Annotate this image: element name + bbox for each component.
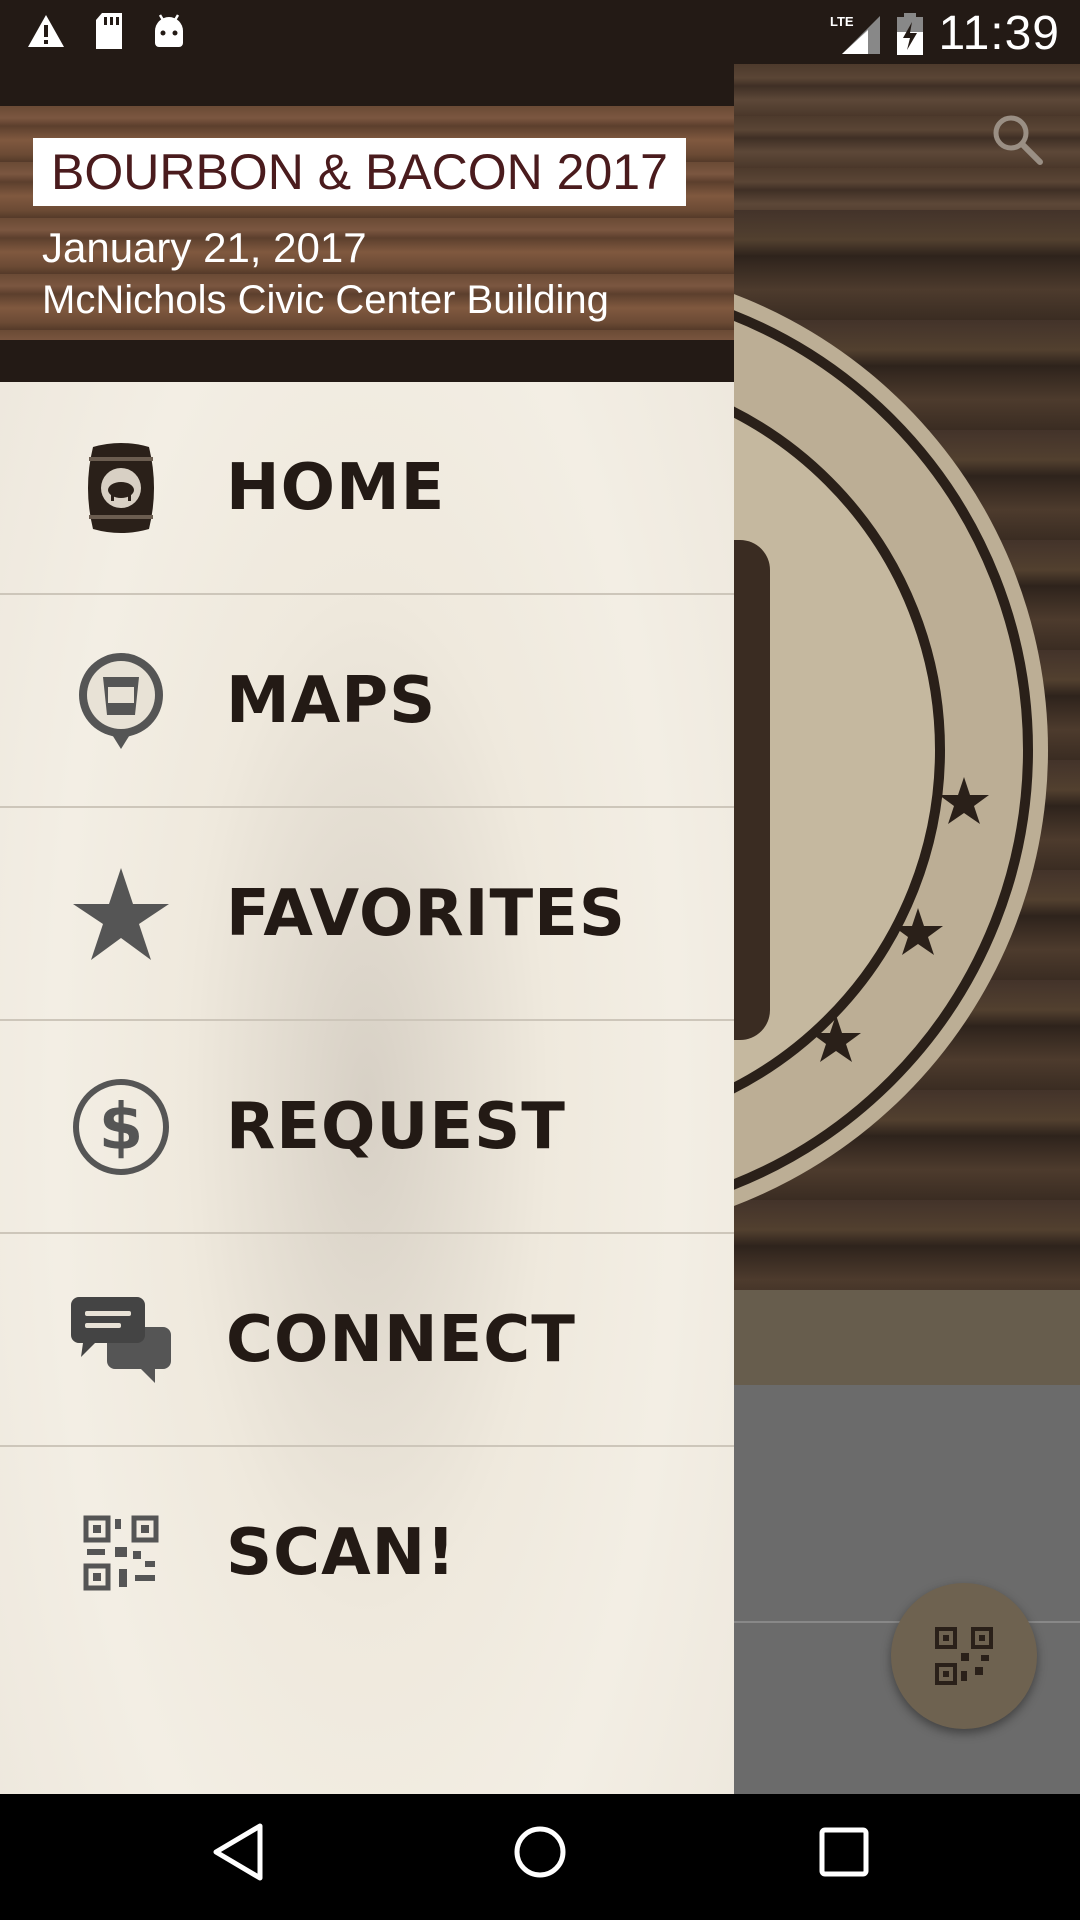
star-icon (68, 861, 174, 967)
home-icon[interactable] (512, 1822, 568, 1882)
menu-item-favorites[interactable]: FAVORITES (0, 808, 734, 1021)
menu-label-home: HOME (226, 450, 446, 525)
drawer-scrim[interactable] (734, 64, 1080, 1794)
event-title: BOURBON & BACON 2017 (33, 138, 686, 206)
dollar-icon: $ (68, 1074, 174, 1180)
sd-card-icon (96, 13, 122, 49)
back-icon[interactable] (210, 1822, 266, 1882)
network-label: LTE (830, 14, 854, 29)
menu-item-connect[interactable]: CONNECT (0, 1234, 734, 1447)
menu-label-request: REQUEST (226, 1089, 566, 1164)
drawer-menu: HOME MAPS FAVORITES $ REQUEST CONNECT SC… (0, 382, 734, 1658)
battery-icon (897, 12, 924, 55)
chat-icon (68, 1287, 174, 1393)
status-bar: LTE 11:39 (0, 0, 1080, 64)
menu-label-scan: SCAN! (226, 1515, 457, 1590)
warning-icon (28, 15, 64, 47)
system-nav-bar (0, 1794, 1080, 1920)
event-date: January 21, 2017 (42, 224, 367, 271)
lte-signal-icon: LTE (830, 14, 881, 54)
navigation-drawer: BOURBON & BACON 2017 January 21, 2017 Mc… (0, 64, 734, 1794)
menu-label-connect: CONNECT (226, 1302, 576, 1377)
svg-text:$: $ (99, 1091, 144, 1165)
drawer-header: BOURBON & BACON 2017 January 21, 2017 Mc… (0, 64, 734, 382)
menu-label-favorites: FAVORITES (226, 876, 626, 951)
menu-item-home[interactable]: HOME (0, 382, 734, 595)
menu-item-maps[interactable]: MAPS (0, 595, 734, 808)
clock: 11:39 (938, 7, 1060, 60)
menu-item-scan[interactable]: SCAN! (0, 1447, 734, 1658)
menu-item-request[interactable]: $ REQUEST (0, 1021, 734, 1234)
map-pin-icon (68, 648, 174, 754)
recents-icon[interactable] (816, 1822, 872, 1882)
android-icon (155, 14, 183, 47)
event-venue: McNichols Civic Center Building (42, 278, 609, 322)
qr-code-icon (68, 1500, 174, 1606)
barrel-icon (68, 435, 174, 541)
menu-label-maps: MAPS (226, 663, 437, 738)
